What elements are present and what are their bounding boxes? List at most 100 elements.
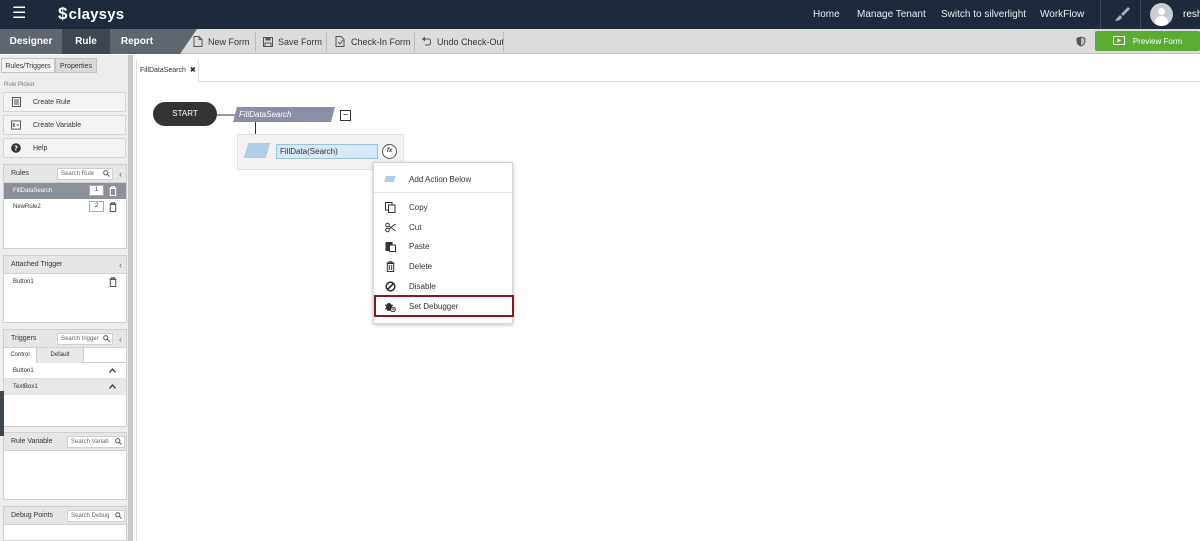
help-label: Help — [33, 144, 48, 152]
create-rule-button[interactable]: Create Rule — [3, 92, 126, 112]
disable-icon — [384, 280, 396, 292]
save-icon — [263, 36, 273, 47]
tab-designer[interactable]: Designer — [0, 29, 62, 54]
nav-workflow[interactable]: WorkFlow — [1040, 0, 1084, 29]
variable-icon — [11, 120, 21, 130]
rule-order-input[interactable]: 2 — [89, 201, 104, 212]
attached-trigger-header: Attached Trigger ‹ — [4, 256, 126, 274]
collapse-chevron-icon[interactable]: ‹ — [119, 256, 122, 274]
rule-order-input[interactable]: 1 — [89, 185, 104, 196]
check-in-form-label: Check-In Form — [351, 36, 411, 47]
debug-points-search-placeholder: Search Debug — [71, 513, 110, 519]
doc-tab-filldatasearch[interactable]: FillDataSearch ✖ — [137, 60, 199, 82]
context-menu: Add Action Below Copy Cut Paste Delete D… — [373, 162, 514, 324]
menu-item-disable[interactable]: Disable — [374, 277, 514, 295]
collapse-button[interactable]: – — [340, 110, 351, 121]
preview-form-button[interactable]: Preview Form — [1095, 31, 1200, 51]
user-avatar-icon[interactable] — [1150, 3, 1173, 26]
top-navbar: ☰ $ claysys Home Manage Tenant Switch to… — [0, 0, 1200, 29]
menu-item-label: Paste — [409, 241, 430, 251]
nav-switch-silverlight[interactable]: Switch to silverlight — [941, 0, 1026, 29]
tab-report[interactable]: Report — [110, 29, 164, 54]
rules-search-input[interactable]: Search Rule — [57, 168, 113, 180]
rule-list-item[interactable]: NewRule2 2 — [4, 199, 126, 215]
start-node[interactable]: START — [153, 102, 217, 126]
triggers-panel-title: Triggers — [11, 335, 37, 342]
rules-search-placeholder: Search Rule — [61, 171, 95, 177]
tab-rules-triggers[interactable]: Rules/Triggers — [1, 58, 55, 73]
copy-icon — [384, 201, 396, 213]
collapse-chevron-icon[interactable]: ‹ — [119, 330, 122, 348]
toolbar-separator — [326, 32, 327, 51]
tab-rule[interactable]: Rule — [62, 29, 110, 54]
panel-resize-handle[interactable] — [0, 391, 4, 436]
caret-up-icon[interactable] — [109, 368, 116, 373]
delete-icon[interactable] — [109, 186, 117, 196]
mode-tabs: Designer Rule Report — [0, 29, 180, 54]
debug-points-panel: Debug Points Search Debug — [3, 506, 127, 541]
paint-brush-icon[interactable] — [1113, 5, 1131, 23]
help-button[interactable]: ? Help — [3, 138, 126, 158]
search-icon — [103, 335, 110, 342]
doc-tab-label: FillDataSearch — [140, 67, 186, 74]
menu-separator — [374, 192, 514, 193]
trigger-name: Button1 — [13, 368, 34, 374]
menu-item-label: Copy — [409, 202, 428, 212]
function-fx-button[interactable]: fx — [382, 144, 397, 159]
svg-text:?: ? — [14, 145, 18, 153]
trigger-list-item[interactable]: Button1 — [4, 363, 126, 379]
rule-list-item[interactable]: FillDataSearch 1 — [4, 183, 126, 199]
delete-icon[interactable] — [109, 277, 117, 287]
attached-trigger-panel: Attached Trigger ‹ Button1 — [3, 255, 127, 323]
rule-variable-header: Rule Variable Search Variab — [4, 433, 126, 451]
create-variable-button[interactable]: Create Variable — [3, 115, 126, 135]
triggers-tabs: Control Default — [4, 348, 126, 363]
close-icon[interactable]: ✖ — [190, 67, 196, 74]
menu-item-delete[interactable]: Delete — [374, 257, 514, 275]
trigger-list-item[interactable]: TextBox1 — [4, 379, 126, 395]
new-document-icon — [193, 36, 203, 47]
toolbar: Designer Rule Report New Form Save Form … — [0, 29, 1200, 54]
rules-panel-header: Rules Search Rule ‹ — [4, 165, 126, 183]
shield-icon[interactable] — [1076, 36, 1086, 47]
rule-canvas: FillDataSearch ✖ START FillDataSearch – F… — [136, 60, 1200, 541]
delete-icon[interactable] — [109, 202, 117, 212]
rule-variable-panel: Rule Variable Search Variab — [3, 432, 127, 500]
attached-trigger-item[interactable]: Button1 — [4, 274, 126, 290]
brand-logo[interactable]: $ claysys — [58, 4, 124, 24]
tab-control[interactable]: Control — [4, 348, 37, 363]
triggers-search-input[interactable]: Search trigger — [57, 333, 113, 345]
menu-item-cut[interactable]: Cut — [374, 218, 514, 236]
check-in-icon — [335, 36, 345, 47]
create-rule-label: Create Rule — [33, 98, 71, 106]
brand-name: claysys — [68, 5, 125, 23]
toolbar-separator — [503, 32, 504, 51]
search-icon — [115, 438, 122, 445]
preview-icon — [1112, 36, 1125, 45]
attached-trigger-title: Attached Trigger — [11, 261, 63, 268]
nav-manage-tenant[interactable]: Manage Tenant — [857, 0, 926, 29]
caret-up-icon[interactable] — [109, 384, 116, 389]
save-form-button[interactable]: Save Form — [263, 29, 322, 54]
username[interactable]: resh — [1183, 0, 1200, 29]
nav-home[interactable]: Home — [813, 0, 840, 29]
menu-item-paste[interactable]: Paste — [374, 237, 514, 255]
search-icon — [115, 512, 122, 519]
left-panel: Rules/Triggers Properties Rule Picker Cr… — [0, 55, 133, 541]
menu-item-copy[interactable]: Copy — [374, 198, 514, 216]
tab-default[interactable]: Default — [37, 348, 84, 363]
app-root: ☰ $ claysys Home Manage Tenant Switch to… — [0, 0, 1200, 541]
menu-item-add-action-below[interactable]: Add Action Below — [374, 170, 514, 188]
rules-panel: Rules Search Rule ‹ FillDataSearch 1 New… — [3, 164, 127, 249]
tab-properties[interactable]: Properties — [55, 58, 97, 73]
rule-name: NewRule2 — [13, 204, 41, 210]
rule-variable-search-input[interactable]: Search Variab — [67, 436, 125, 448]
collapse-chevron-icon[interactable]: ‹ — [119, 165, 122, 183]
menu-item-set-debugger[interactable]: Set Debugger — [374, 295, 514, 317]
new-form-button[interactable]: New Form — [193, 29, 250, 54]
check-in-form-button[interactable]: Check-In Form — [335, 29, 411, 54]
debug-points-search-input[interactable]: Search Debug — [67, 510, 125, 522]
hamburger-menu-icon[interactable]: ☰ — [12, 6, 28, 22]
action-node-label[interactable]: FillData(Search) — [276, 144, 378, 159]
undo-check-out-button[interactable]: Undo Check-Out — [421, 29, 504, 54]
